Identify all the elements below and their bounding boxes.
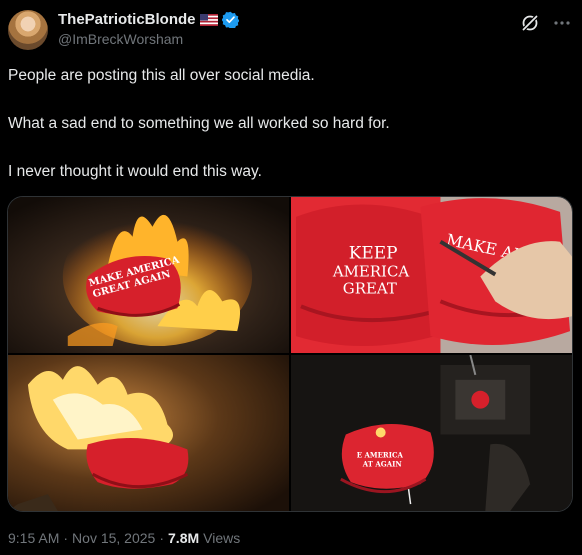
hat-dark-1: E AMERICA [357, 450, 404, 459]
tweet-text: People are posting this all over social … [8, 64, 568, 208]
verified-badge-icon[interactable] [221, 11, 239, 28]
hat-keep-1: KEEP [349, 243, 398, 263]
more-options-icon[interactable] [552, 13, 572, 33]
author-handle[interactable]: @ImBreckWorsham [58, 31, 183, 47]
media-grid: MAKE AMERICA GREAT AGAIN KEEP AMERICA GR… [7, 196, 573, 512]
hat-keep-3: GREAT [343, 279, 397, 297]
views-count: 7.8M [168, 530, 200, 546]
us-flag-icon [199, 13, 218, 26]
photo-hat-dark-scene[interactable]: E AMERICA AT AGAIN [291, 355, 572, 511]
grok-icon[interactable] [520, 13, 540, 33]
meta-separator: · [63, 530, 69, 546]
tweet-paragraph: I never thought it would end this way. [8, 163, 262, 180]
hat-dark-2: AT AGAIN [362, 459, 403, 468]
author-name-row: ThePatrioticBlonde [58, 11, 239, 28]
tweet-time[interactable]: 9:15 AM [8, 530, 59, 546]
views-label: Views [203, 530, 241, 546]
tweet-paragraph: People are posting this all over social … [8, 67, 315, 84]
author-display-name[interactable]: ThePatrioticBlonde [58, 11, 196, 28]
photo-burning-hat-ground[interactable]: MAKE AMERICA GREAT AGAIN [8, 197, 289, 353]
tweet-header: ThePatrioticBlonde @ImBreckWorsham [8, 8, 574, 50]
tweet-paragraph: What a sad end to something we all worke… [8, 115, 390, 132]
photo-hat-on-fire[interactable] [8, 355, 289, 511]
meta-separator: · [159, 530, 165, 546]
photo-hats-closeup[interactable]: KEEP AMERICA GREAT MAKE AM [291, 197, 572, 353]
hat-keep-2: AMERICA [332, 263, 410, 281]
avatar[interactable] [8, 10, 48, 50]
tweet-date[interactable]: Nov 15, 2025 [72, 530, 155, 546]
tweet-metadata: 9:15 AM · Nov 15, 2025 · 7.8M Views [8, 530, 240, 546]
